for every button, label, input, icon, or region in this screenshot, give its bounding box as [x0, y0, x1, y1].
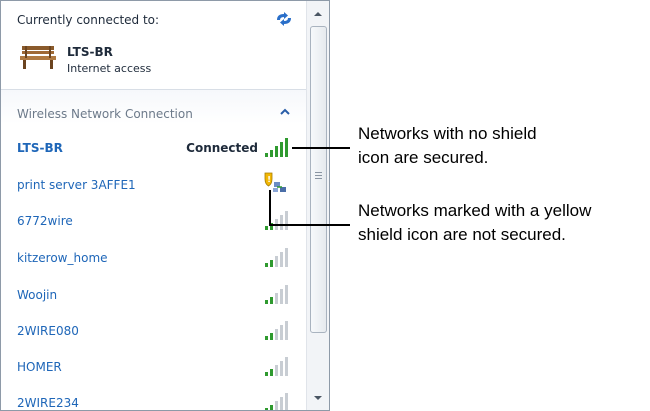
chevron-up-icon[interactable] — [280, 108, 290, 116]
network-name: 6772wire — [17, 214, 73, 228]
svg-text:!: ! — [267, 175, 271, 184]
callout-line-secured — [292, 147, 350, 149]
network-row-print-server[interactable]: print server 3AFFE1 ! — [1, 171, 306, 201]
callout-not-secured-line2: shield icon are not secured. — [358, 225, 566, 244]
callout-line-unsecured-vertical — [269, 190, 271, 224]
grip-line — [315, 178, 322, 179]
unsecured-shield-signal-icon: ! — [264, 172, 286, 192]
network-row-6772wire[interactable]: 6772wire — [1, 207, 306, 237]
scroll-down-arrow-icon[interactable] — [312, 393, 324, 403]
network-row-2wire234[interactable]: 2WIRE234 — [1, 389, 306, 410]
signal-strength-icon — [265, 357, 288, 376]
callout-secured-line1: Networks with no shield — [358, 124, 537, 143]
signal-strength-icon — [265, 285, 288, 304]
network-row-woojin[interactable]: Woojin — [1, 281, 306, 311]
connected-to-label: Currently connected to: — [17, 13, 160, 27]
network-row-homer[interactable]: HOMER — [1, 353, 306, 383]
grip-line — [315, 175, 322, 176]
callout-line-unsecured-horizontal — [269, 224, 350, 226]
signal-strength-icon — [265, 211, 288, 230]
wireless-section-header[interactable]: Wireless Network Connection — [1, 90, 306, 124]
network-row-2wire080[interactable]: 2WIRE080 — [1, 317, 306, 347]
network-name: HOMER — [17, 360, 62, 374]
network-name: print server 3AFFE1 — [17, 178, 136, 192]
network-name: LTS-BR — [17, 141, 63, 155]
network-row-kitzerow-home[interactable]: kitzerow_home — [1, 244, 306, 274]
network-flyout: Currently connected to: LTS-BR Internet … — [0, 0, 330, 411]
network-row-lts-br[interactable]: LTS-BR Connected — [1, 134, 306, 164]
vertical-scrollbar[interactable] — [306, 1, 329, 410]
public-network-bench-icon — [20, 46, 56, 69]
callout-secured: Networks with no shield icon are secured… — [358, 122, 537, 170]
current-connection-section: Currently connected to: LTS-BR Internet … — [1, 1, 306, 87]
wireless-section-title: Wireless Network Connection — [17, 107, 193, 121]
network-name: Woojin — [17, 288, 58, 302]
current-network-name: LTS-BR — [67, 45, 113, 59]
network-name: kitzerow_home — [17, 251, 108, 265]
signal-strength-icon — [265, 138, 288, 157]
grip-line — [315, 172, 322, 173]
callout-not-secured: Networks marked with a yellow shield ico… — [358, 199, 591, 247]
network-name: 2WIRE234 — [17, 396, 79, 410]
callout-secured-line2: icon are secured. — [358, 148, 489, 167]
signal-strength-icon — [265, 248, 288, 267]
scroll-up-arrow-icon[interactable] — [312, 9, 324, 19]
signal-strength-icon — [265, 393, 288, 410]
callout-not-secured-line1: Networks marked with a yellow — [358, 201, 592, 220]
scroll-thumb[interactable] — [310, 26, 327, 333]
signal-strength-icon — [265, 321, 288, 340]
network-name: 2WIRE080 — [17, 324, 79, 338]
current-network-status: Internet access — [67, 62, 152, 75]
refresh-icon[interactable] — [275, 11, 293, 27]
connected-status: Connected — [186, 141, 258, 155]
